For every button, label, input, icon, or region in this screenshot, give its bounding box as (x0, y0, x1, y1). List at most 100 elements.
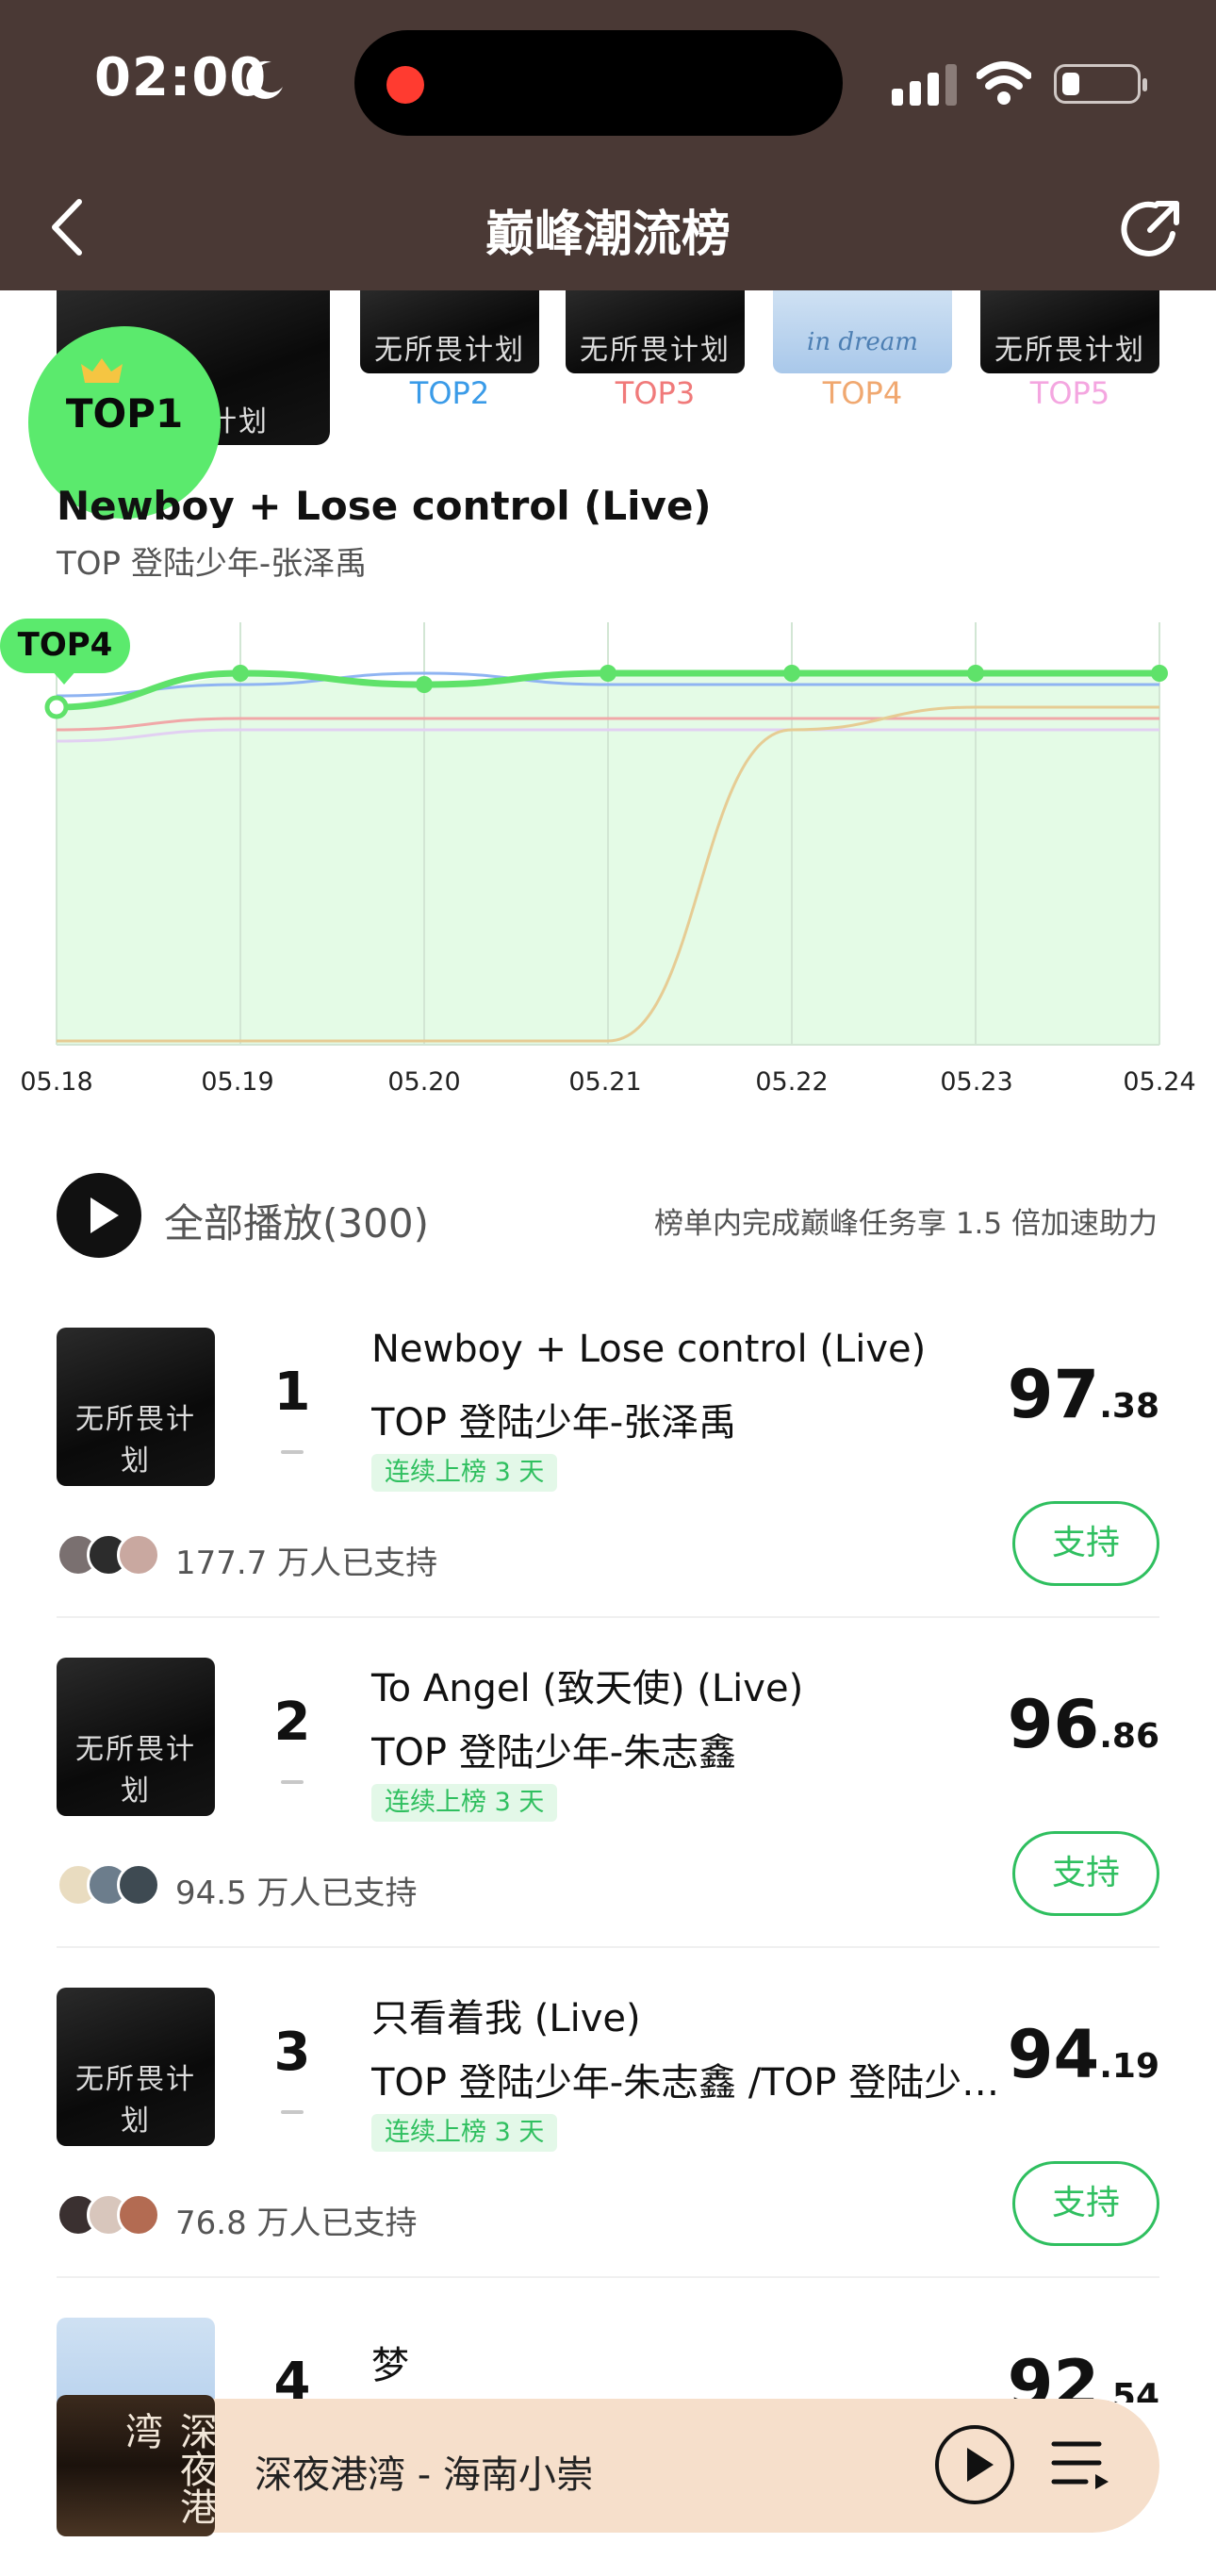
chart-point (600, 665, 616, 682)
play-pause-button[interactable] (935, 2425, 1014, 2504)
x-tick-label: 05.24 (1123, 1067, 1196, 1097)
cover-title: 深夜港湾 (119, 2412, 215, 2525)
rank-trend-chart (44, 622, 1168, 1046)
supporter-avatars (57, 2193, 170, 2238)
play-all-label[interactable]: 全部播放(300) (164, 1192, 429, 1249)
chart-point (967, 665, 984, 682)
wifi-icon (977, 61, 1031, 105)
rank-number: 3 (273, 2022, 311, 2083)
ranking-row[interactable]: 4 梦 92.54 (0, 2318, 1216, 2403)
recording-dot-icon (386, 66, 424, 104)
top3-label[interactable]: TOP3 (566, 375, 745, 411)
row-divider (57, 1946, 1159, 1948)
score-decimal: .54 (1099, 2377, 1159, 2403)
top1-label: TOP1 (65, 390, 184, 437)
cover-title: in dream (807, 328, 918, 356)
top4-cover[interactable]: in dream (773, 290, 952, 373)
rank-number: 1 (273, 1362, 311, 1423)
top5-cover[interactable]: 无所畏计划 (980, 290, 1159, 373)
chart-point (783, 665, 800, 682)
rank-number: 4 (273, 2352, 311, 2403)
score-decimal: .38 (1099, 1387, 1159, 1426)
now-playing-cover[interactable]: 深夜港湾 (57, 2395, 215, 2536)
song-artist: TOP 登陆少年-朱志鑫 /TOP 登陆少年-张泽禹 (371, 2061, 1009, 2105)
x-tick-label: 05.18 (20, 1067, 93, 1097)
top3-cover[interactable]: 无所畏计划 (566, 290, 745, 373)
ranking-row[interactable]: 无所畏计划 1 Newboy + Lose control (Live) TOP… (0, 1328, 1216, 1658)
support-button[interactable]: 支持 (1012, 1831, 1159, 1916)
cover-title: 无所畏计划 (75, 2063, 196, 2138)
cover-title: 无所畏计划 (75, 1733, 196, 1808)
ranking-row[interactable]: 无所畏计划 2 To Angel (致天使) (Live) TOP 登陆少年-朱… (0, 1658, 1216, 1988)
cover-title: 无所畏计划 (374, 334, 525, 367)
song-cover: 无所畏计划 (57, 1328, 215, 1486)
song-score: 94.19 (1008, 2016, 1159, 2093)
top5-label[interactable]: TOP5 (980, 375, 1159, 411)
score-decimal: .19 (1099, 2047, 1159, 2086)
cover-title: 无所畏计划 (580, 334, 731, 367)
top4-label[interactable]: TOP4 (773, 375, 952, 411)
chart-point (1151, 665, 1168, 682)
rank-change-indicator (281, 1450, 304, 1454)
cover-title: 无所畏计划 (75, 1403, 196, 1478)
share-button[interactable] (1118, 196, 1184, 262)
song-cover: 无所畏计划 (57, 1658, 215, 1816)
top2-cover[interactable]: 无所畏计划 (360, 290, 539, 373)
song-artist: TOP 登陆少年-张泽禹 (371, 1401, 737, 1445)
supporter-avatars (57, 1533, 170, 1578)
song-title: To Angel (致天使) (Live) (371, 1667, 804, 1710)
signal-icon (892, 64, 957, 106)
support-button[interactable]: 支持 (1012, 2161, 1159, 2246)
row-divider (57, 2276, 1159, 2278)
song-title: Newboy + Lose control (Live) (371, 1328, 927, 1371)
playlist-icon[interactable] (1050, 2435, 1112, 2495)
song-title: 只看着我 (Live) (371, 1997, 641, 2040)
current-rank-text: TOP4 (17, 626, 113, 664)
score-integer: 97 (1007, 1356, 1100, 1433)
song-artist: TOP 登陆少年-朱志鑫 (371, 1731, 737, 1775)
score-decimal: .86 (1099, 1717, 1159, 1756)
top2-label[interactable]: TOP2 (360, 375, 539, 411)
avatar (117, 1863, 160, 1907)
song-score: 96.86 (1008, 1686, 1159, 1763)
supporter-count: 94.5 万人已支持 (175, 1874, 418, 1912)
song-title: 梦 (371, 2344, 409, 2387)
x-tick-label: 05.20 (387, 1067, 461, 1097)
supporter-count: 76.8 万人已支持 (175, 2204, 418, 2242)
ranking-row[interactable]: 无所畏计划 3 只看着我 (Live) TOP 登陆少年-朱志鑫 /TOP 登陆… (0, 1988, 1216, 2318)
score-integer: 96 (1007, 1686, 1100, 1763)
dynamic-island (354, 30, 843, 136)
moon-icon (246, 60, 283, 99)
avatar (117, 2193, 160, 2237)
chart-point (416, 676, 433, 693)
now-playing-title[interactable]: 深夜港湾 - 海南小崇 (255, 2444, 594, 2499)
streak-badge: 连续上榜 3 天 (371, 2114, 558, 2152)
chart-point-current (44, 695, 69, 719)
page-title: 巅峰潮流榜 (485, 206, 731, 263)
rank-change-indicator (281, 2110, 304, 2114)
play-all-button[interactable] (57, 1173, 141, 1258)
support-button[interactable]: 支持 (1012, 1501, 1159, 1586)
selected-song-title: Newboy + Lose control (Live) (57, 483, 712, 529)
chart-point (232, 665, 249, 682)
crown-icon (81, 358, 123, 383)
top-bar: 02:00 巅峰潮流榜 (0, 0, 1216, 290)
song-score: 92.54 (1008, 2346, 1159, 2403)
streak-badge: 连续上榜 3 天 (371, 1784, 558, 1822)
x-tick-label: 05.21 (568, 1067, 642, 1097)
bonus-note: 榜单内完成巅峰任务享 1.5 倍加速助力 (653, 1207, 1158, 1241)
play-all-text: 全部播放 (164, 1200, 323, 1247)
x-tick-label: 05.23 (940, 1067, 1013, 1097)
streak-badge: 连续上榜 3 天 (371, 1454, 558, 1492)
score-integer: 94 (1007, 2016, 1100, 2093)
status-time: 02:00 (94, 47, 268, 108)
rank-change-indicator (281, 1780, 304, 1784)
battery-icon (1054, 64, 1147, 104)
song-cover (57, 2318, 215, 2403)
avatar (117, 1533, 160, 1577)
play-all-count: (300) (322, 1200, 429, 1247)
cover-title: 无所畏计划 (994, 334, 1145, 367)
supporter-avatars (57, 1863, 170, 1908)
x-tick-label: 05.19 (201, 1067, 274, 1097)
score-integer: 92 (1007, 2346, 1100, 2403)
